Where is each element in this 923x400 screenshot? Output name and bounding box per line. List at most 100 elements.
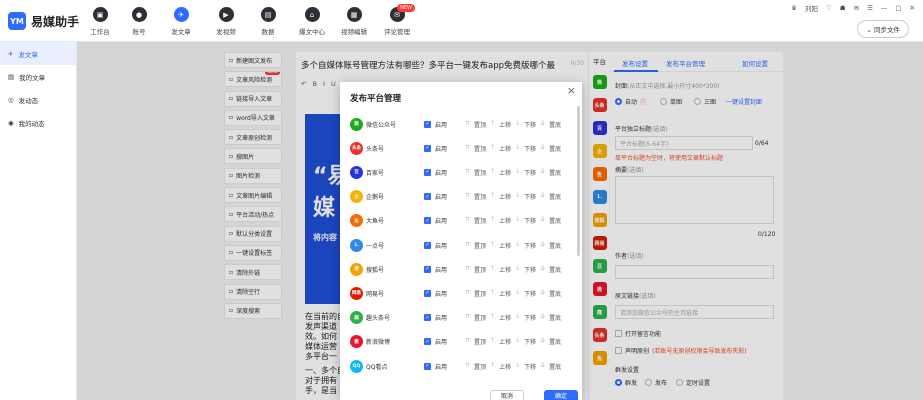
move-1-icon[interactable]: ↑ xyxy=(490,192,495,201)
move-2-button[interactable]: 下移 xyxy=(524,120,536,129)
move-1-icon[interactable]: ↑ xyxy=(490,168,495,177)
move-0-icon[interactable]: ⇈ xyxy=(465,120,470,129)
move-2-icon[interactable]: ↓ xyxy=(515,337,520,346)
move-0-icon[interactable]: ⇈ xyxy=(465,337,470,346)
move-2-icon[interactable]: ↓ xyxy=(515,192,520,201)
enable-checkbox[interactable]: ✓ xyxy=(424,362,431,370)
move-1-button[interactable]: 上移 xyxy=(499,241,511,250)
move-3-button[interactable]: 置底 xyxy=(549,120,561,129)
move-2-icon[interactable]: ↓ xyxy=(515,289,520,298)
move-1-icon[interactable]: ↑ xyxy=(490,241,495,250)
move-2-icon[interactable]: ↓ xyxy=(515,216,520,225)
enable-checkbox[interactable]: ✓ xyxy=(424,120,431,128)
move-1-icon[interactable]: ↑ xyxy=(490,289,495,298)
move-0-icon[interactable]: ⇈ xyxy=(465,289,470,298)
move-0-icon[interactable]: ⇈ xyxy=(465,265,470,274)
move-0-icon[interactable]: ⇈ xyxy=(465,216,470,225)
move-3-icon[interactable]: ⇊ xyxy=(540,241,545,250)
move-3-icon[interactable]: ⇊ xyxy=(540,192,545,201)
move-3-icon[interactable]: ⇊ xyxy=(540,289,545,298)
move-2-button[interactable]: 下移 xyxy=(524,168,536,177)
move-3-button[interactable]: 置底 xyxy=(549,313,561,322)
move-3-button[interactable]: 置底 xyxy=(549,362,561,371)
menu-icon[interactable]: ☰ xyxy=(867,4,873,12)
move-0-button[interactable]: 置顶 xyxy=(474,120,486,129)
move-0-button[interactable]: 置顶 xyxy=(474,362,486,371)
enable-checkbox[interactable]: ✓ xyxy=(424,168,431,176)
move-1-icon[interactable]: ↑ xyxy=(490,265,495,274)
move-0-button[interactable]: 置顶 xyxy=(474,313,486,322)
move-0-icon[interactable]: ⇈ xyxy=(465,144,470,153)
move-1-button[interactable]: 上移 xyxy=(499,216,511,225)
move-2-icon[interactable]: ↓ xyxy=(515,144,520,153)
enable-checkbox[interactable]: ✓ xyxy=(424,314,431,322)
move-2-icon[interactable]: ↓ xyxy=(515,241,520,250)
move-0-icon[interactable]: ⇈ xyxy=(465,192,470,201)
move-1-icon[interactable]: ↑ xyxy=(490,144,495,153)
move-3-icon[interactable]: ⇊ xyxy=(540,216,545,225)
move-3-icon[interactable]: ⇊ xyxy=(540,313,545,322)
move-1-icon[interactable]: ↑ xyxy=(490,313,495,322)
move-1-button[interactable]: 上移 xyxy=(499,144,511,153)
move-0-button[interactable]: 置顶 xyxy=(474,192,486,201)
move-2-button[interactable]: 下移 xyxy=(524,265,536,274)
topnav-video-edit[interactable]: ▦ 视频编辑 xyxy=(334,7,374,36)
enable-checkbox[interactable]: ✓ xyxy=(424,144,431,152)
move-2-button[interactable]: 下移 xyxy=(524,313,536,322)
enable-checkbox[interactable]: ✓ xyxy=(424,241,431,249)
move-3-button[interactable]: 置底 xyxy=(549,241,561,250)
move-3-icon[interactable]: ⇊ xyxy=(540,265,545,274)
topnav-user[interactable]: ● 账号 xyxy=(119,7,159,36)
move-3-button[interactable]: 置底 xyxy=(549,289,561,298)
shirt-icon[interactable]: ☗ xyxy=(840,4,846,12)
move-1-icon[interactable]: ↑ xyxy=(490,337,495,346)
sync-files-button[interactable]: ⌄ 同步文件 xyxy=(857,20,909,38)
enable-checkbox[interactable]: ✓ xyxy=(424,338,431,346)
move-2-button[interactable]: 下移 xyxy=(524,362,536,371)
mail-icon[interactable]: ✉ xyxy=(854,4,859,12)
close-button[interactable]: ✕ xyxy=(910,4,915,12)
move-2-icon[interactable]: ↓ xyxy=(515,313,520,322)
move-3-button[interactable]: 置底 xyxy=(549,265,561,274)
move-1-button[interactable]: 上移 xyxy=(499,362,511,371)
move-3-button[interactable]: 置底 xyxy=(549,144,561,153)
topnav-comment[interactable]: ✉ 评论管理 NEW xyxy=(377,4,417,36)
move-3-icon[interactable]: ⇊ xyxy=(540,337,545,346)
enable-checkbox[interactable]: ✓ xyxy=(424,265,431,273)
topnav-monitor[interactable]: ▣ 工作台 xyxy=(80,7,120,36)
move-1-button[interactable]: 上移 xyxy=(499,289,511,298)
move-2-button[interactable]: 下移 xyxy=(524,337,536,346)
close-icon[interactable]: × xyxy=(567,84,576,97)
move-0-button[interactable]: 置顶 xyxy=(474,144,486,153)
move-3-icon[interactable]: ⇊ xyxy=(540,144,545,153)
move-2-button[interactable]: 下移 xyxy=(524,192,536,201)
move-2-icon[interactable]: ↓ xyxy=(515,265,520,274)
move-1-button[interactable]: 上移 xyxy=(499,120,511,129)
move-0-icon[interactable]: ⇈ xyxy=(465,168,470,177)
move-1-icon[interactable]: ↑ xyxy=(490,362,495,371)
move-1-button[interactable]: 上移 xyxy=(499,192,511,201)
move-0-button[interactable]: 置顶 xyxy=(474,216,486,225)
enable-checkbox[interactable]: ✓ xyxy=(424,217,431,225)
move-3-icon[interactable]: ⇊ xyxy=(540,362,545,371)
confirm-button[interactable]: 确定 xyxy=(544,390,578,400)
move-3-button[interactable]: 置底 xyxy=(549,168,561,177)
cancel-button[interactable]: 取消 xyxy=(490,390,524,400)
move-2-icon[interactable]: ↓ xyxy=(515,168,520,177)
move-0-button[interactable]: 置顶 xyxy=(474,168,486,177)
move-2-icon[interactable]: ↓ xyxy=(515,120,520,129)
minimize-button[interactable]: — xyxy=(881,4,888,12)
move-0-button[interactable]: 置顶 xyxy=(474,337,486,346)
sidebar-item-0[interactable]: ✈ 发文章 xyxy=(0,42,76,65)
move-1-button[interactable]: 上移 xyxy=(499,337,511,346)
move-3-button[interactable]: 置底 xyxy=(549,216,561,225)
move-0-icon[interactable]: ⇈ xyxy=(465,313,470,322)
move-0-icon[interactable]: ⇈ xyxy=(465,362,470,371)
sidebar-item-1[interactable]: ▤ 我的文章 xyxy=(0,65,76,88)
move-1-button[interactable]: 上移 xyxy=(499,168,511,177)
move-1-icon[interactable]: ↑ xyxy=(490,120,495,129)
move-2-button[interactable]: 下移 xyxy=(524,216,536,225)
move-0-button[interactable]: 置顶 xyxy=(474,241,486,250)
sidebar-item-3[interactable]: ◉ 我的动态 xyxy=(0,111,76,134)
topnav-send[interactable]: ✈ 发文章 xyxy=(161,7,201,36)
